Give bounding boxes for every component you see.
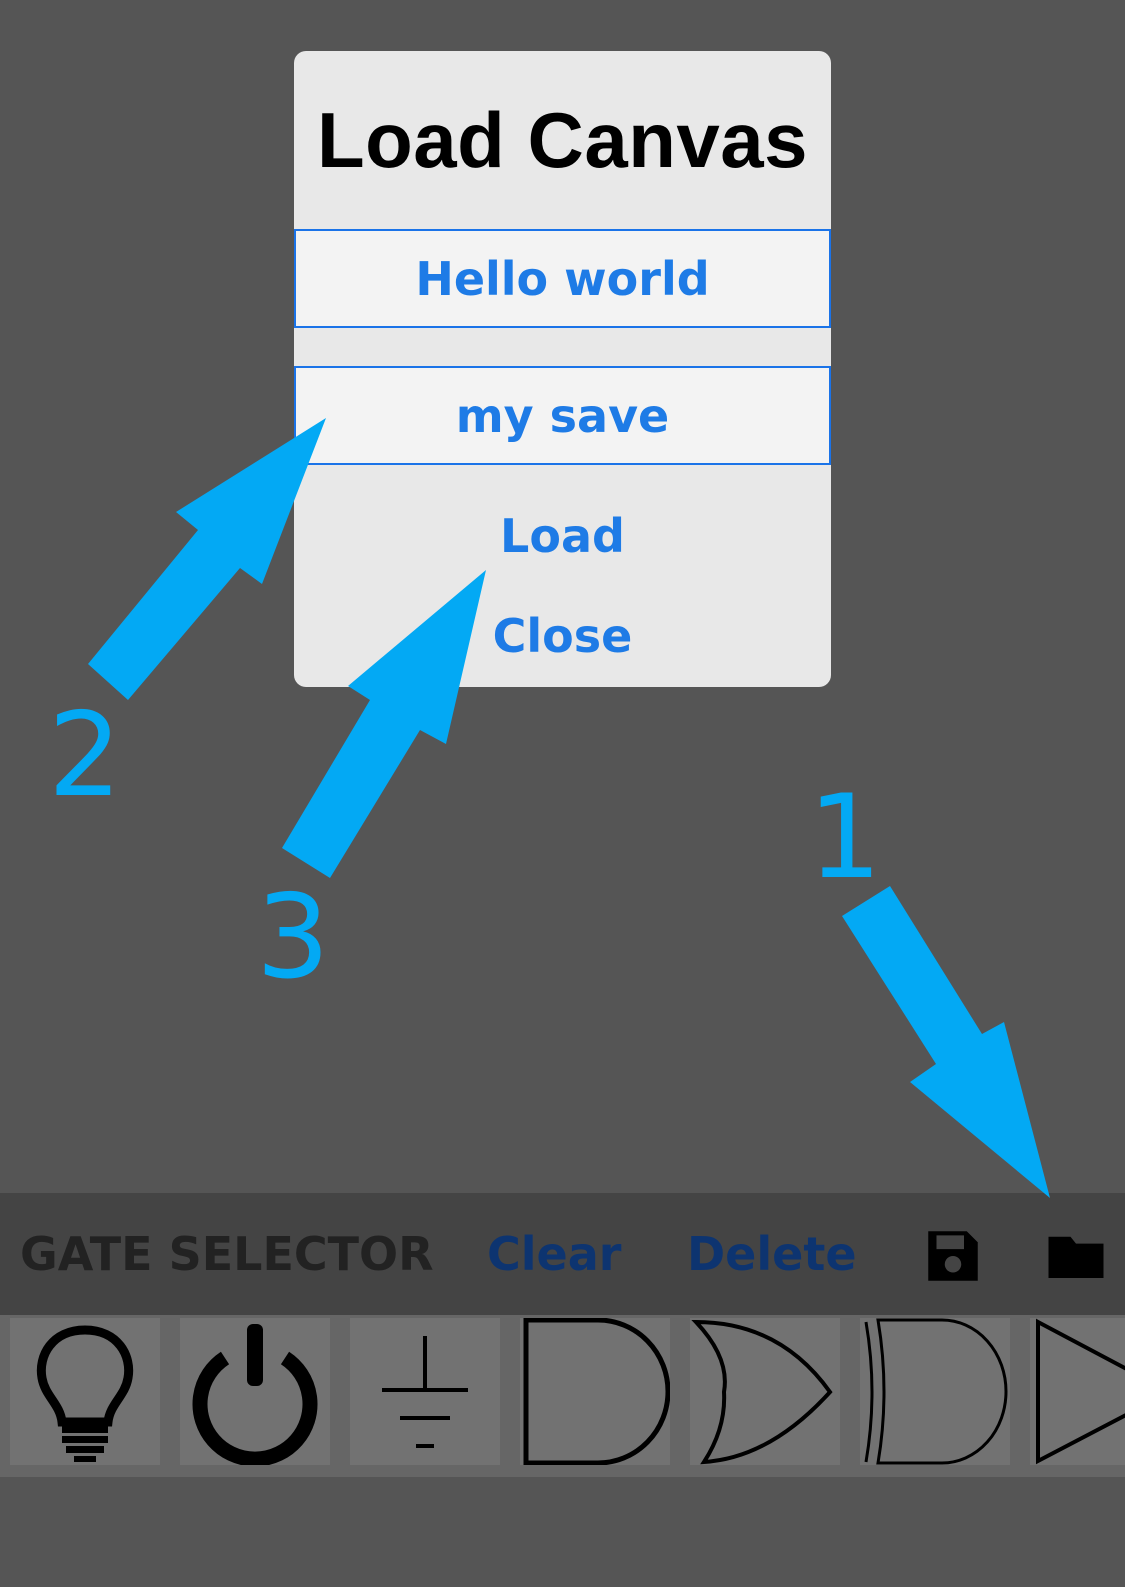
folder-icon[interactable] — [1043, 1223, 1109, 1289]
buffer-gate-icon[interactable] — [1030, 1318, 1125, 1465]
xor-gate-icon[interactable] — [860, 1318, 1010, 1465]
delete-button[interactable]: Delete — [687, 1193, 857, 1315]
save-item-hello-world[interactable]: Hello world — [294, 229, 831, 328]
ground-icon[interactable] — [350, 1318, 500, 1465]
save-item-my-save[interactable]: my save — [294, 366, 831, 465]
or-gate-icon[interactable] — [690, 1318, 840, 1465]
clear-button[interactable]: Clear — [487, 1193, 621, 1315]
gate-selector-title: GATE SELECTOR — [20, 1227, 434, 1281]
floppy-disk-icon[interactable] — [920, 1223, 986, 1289]
and-gate-icon[interactable] — [520, 1318, 670, 1465]
load-canvas-dialog: Load Canvas Hello world my save Load Clo… — [294, 51, 831, 687]
power-icon[interactable] — [180, 1318, 330, 1465]
gate-palette — [0, 1315, 1125, 1477]
gate-selector-toolbar: GATE SELECTOR Clear Delete — [0, 1193, 1125, 1315]
light-bulb-icon[interactable] — [10, 1318, 160, 1465]
bottom-canvas — [0, 1477, 1125, 1587]
load-button[interactable]: Load — [294, 491, 831, 581]
close-button[interactable]: Close — [294, 591, 831, 681]
dialog-title: Load Canvas — [317, 95, 808, 184]
